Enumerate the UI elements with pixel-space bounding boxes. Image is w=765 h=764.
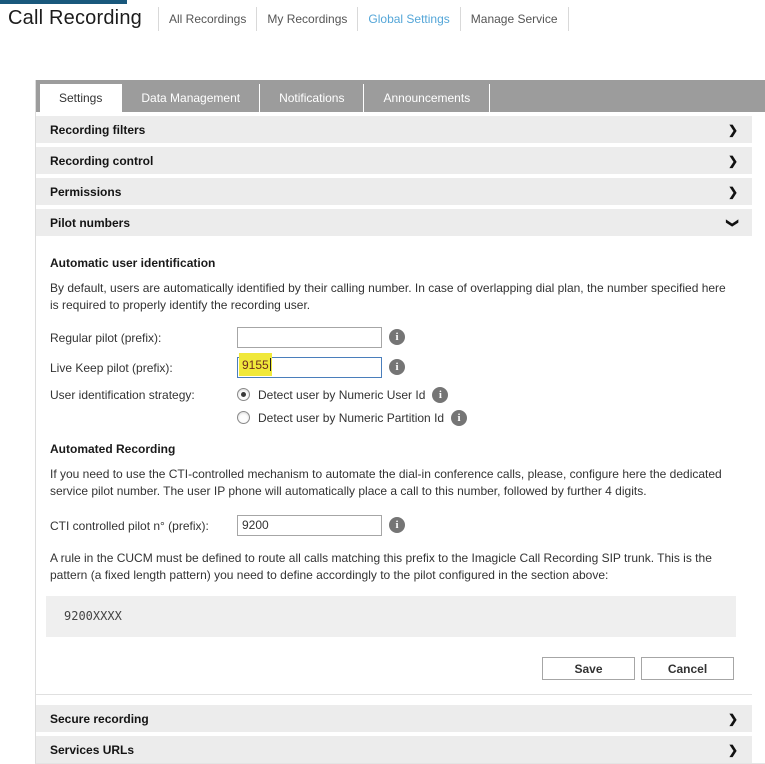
regular-pilot-input[interactable] xyxy=(237,327,382,348)
text-caret xyxy=(270,358,271,371)
live-keep-pilot-label: Live Keep pilot (prefix): xyxy=(50,360,237,375)
automated-recording-description: If you need to use the CTI-controlled me… xyxy=(50,466,736,501)
cti-pilot-row: CTI controlled pilot n° (prefix): i xyxy=(50,515,736,536)
chevron-down-icon: ❯ xyxy=(726,217,740,227)
cancel-button[interactable]: Cancel xyxy=(641,657,734,680)
strategy-radio-group: Detect user by Numeric User Id i Detect … xyxy=(237,387,467,426)
auto-user-id-description: By default, users are automatically iden… xyxy=(50,280,736,315)
tab-bar: Settings Data Management Notifications A… xyxy=(36,80,765,112)
nav-manage-service[interactable]: Manage Service xyxy=(460,7,569,31)
highlighted-value: 9155 xyxy=(239,353,272,376)
chevron-right-icon: ❯ xyxy=(728,123,738,137)
regular-pilot-label: Regular pilot (prefix): xyxy=(50,330,237,345)
app-header: Call Recording All Recordings My Recordi… xyxy=(0,4,765,32)
automated-recording-heading: Automated Recording xyxy=(50,442,736,456)
accordion-recording-control[interactable]: Recording control ❯ xyxy=(36,147,752,174)
accordion-list: Recording filters ❯ Recording control ❯ … xyxy=(36,116,752,763)
accordion-secure-recording[interactable]: Secure recording ❯ xyxy=(36,705,752,732)
strategy-option-user-id[interactable]: Detect user by Numeric User Id i xyxy=(237,387,467,403)
nav-global-settings[interactable]: Global Settings xyxy=(357,7,459,31)
accordion-recording-filters[interactable]: Recording filters ❯ xyxy=(36,116,752,143)
tab-announcements[interactable]: Announcements xyxy=(364,84,490,112)
accordion-label: Permissions xyxy=(50,185,121,199)
tab-data-management[interactable]: Data Management xyxy=(122,84,260,112)
nav-all-recordings[interactable]: All Recordings xyxy=(158,7,256,31)
accordion-label: Recording filters xyxy=(50,123,145,137)
page-title: Call Recording xyxy=(8,7,142,30)
info-icon[interactable]: i xyxy=(451,410,467,426)
tab-notifications[interactable]: Notifications xyxy=(260,84,364,112)
accordion-label: Secure recording xyxy=(50,712,149,726)
accordion-label: Recording control xyxy=(50,154,153,168)
info-icon[interactable]: i xyxy=(389,329,405,345)
save-button[interactable]: Save xyxy=(542,657,635,680)
cucm-note: A rule in the CUCM must be defined to ro… xyxy=(50,550,736,585)
nav-my-recordings[interactable]: My Recordings xyxy=(256,7,357,31)
info-icon[interactable]: i xyxy=(389,359,405,375)
live-keep-pilot-input-wrap: 9155 xyxy=(237,357,382,378)
radio-label: Detect user by Numeric Partition Id xyxy=(258,411,444,425)
settings-panel: Settings Data Management Notifications A… xyxy=(35,80,765,764)
radio-label: Detect user by Numeric User Id xyxy=(258,388,425,402)
radio-selected-icon[interactable] xyxy=(237,388,250,401)
chevron-right-icon: ❯ xyxy=(728,185,738,199)
auto-user-id-heading: Automatic user identification xyxy=(50,256,736,270)
accordion-pilot-numbers[interactable]: Pilot numbers ❯ xyxy=(36,209,752,236)
top-navigation: All Recordings My Recordings Global Sett… xyxy=(158,7,569,31)
strategy-row: User identification strategy: Detect use… xyxy=(50,387,736,426)
chevron-right-icon: ❯ xyxy=(728,743,738,757)
radio-unselected-icon[interactable] xyxy=(237,411,250,424)
action-buttons: Save Cancel xyxy=(50,657,734,680)
accordion-label: Pilot numbers xyxy=(50,216,130,230)
accordion-permissions[interactable]: Permissions ❯ xyxy=(36,178,752,205)
cti-pilot-input[interactable] xyxy=(237,515,382,536)
accordion-services-urls[interactable]: Services URLs ❯ xyxy=(36,736,752,763)
info-icon[interactable]: i xyxy=(432,387,448,403)
regular-pilot-row: Regular pilot (prefix): i xyxy=(50,327,736,348)
dial-pattern-box: 9200XXXX xyxy=(46,596,736,637)
tab-settings[interactable]: Settings xyxy=(40,84,122,112)
live-keep-pilot-value: 9155 xyxy=(242,358,269,372)
live-keep-pilot-row: Live Keep pilot (prefix): 9155 i xyxy=(50,357,736,378)
cti-pilot-label: CTI controlled pilot n° (prefix): xyxy=(50,518,237,533)
accordion-label: Services URLs xyxy=(50,743,134,757)
info-icon[interactable]: i xyxy=(389,517,405,533)
chevron-right-icon: ❯ xyxy=(728,712,738,726)
strategy-label: User identification strategy: xyxy=(50,387,237,402)
chevron-right-icon: ❯ xyxy=(728,154,738,168)
pilot-numbers-section: Automatic user identification By default… xyxy=(36,236,752,695)
strategy-option-partition-id[interactable]: Detect user by Numeric Partition Id i xyxy=(237,410,467,426)
